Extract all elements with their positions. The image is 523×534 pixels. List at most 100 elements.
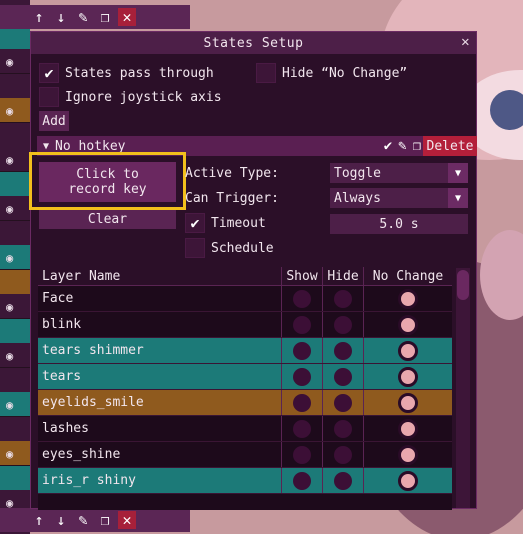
scrollbar-thumb[interactable] [457, 270, 469, 300]
layer-strip-row[interactable]: ◉ [0, 465, 30, 491]
layer-strip-row[interactable]: ◉ [0, 416, 30, 442]
table-row[interactable]: iris_r shiny [38, 468, 452, 494]
close-icon[interactable]: ✕ [118, 8, 136, 26]
radio-hide[interactable] [334, 393, 352, 412]
ignore-joystick-option[interactable]: Ignore joystick axis [39, 87, 222, 107]
eye-icon[interactable]: ◉ [6, 447, 13, 461]
table-row[interactable]: lashes [38, 416, 452, 442]
eye-icon[interactable]: ◉ [6, 55, 13, 69]
arrow-up-icon[interactable]: ↑ [30, 511, 48, 529]
pencil-icon[interactable]: ✎ [398, 138, 406, 154]
arrow-down-icon[interactable]: ↓ [52, 511, 70, 529]
eye-icon[interactable]: ◉ [6, 349, 13, 363]
bottom-toolbar: ↑ ↓ ✎ ❐ ✕ [0, 508, 190, 532]
radio-no-change[interactable] [398, 314, 418, 335]
layer-strip-row[interactable]: ◉ [0, 220, 30, 246]
add-button[interactable]: Add [39, 111, 69, 131]
timeout-option[interactable]: ✔ Timeout [185, 213, 266, 233]
radio-show[interactable] [293, 445, 311, 464]
hide-no-change-checkbox[interactable] [256, 63, 276, 83]
layer-strip-row[interactable]: ◉ [0, 49, 30, 74]
radio-no-change[interactable] [398, 444, 418, 465]
radio-hide[interactable] [334, 315, 352, 334]
radio-show[interactable] [293, 367, 311, 386]
layer-strip-row[interactable]: ◉ [0, 196, 30, 221]
table-row[interactable]: eyelids_smile [38, 390, 452, 416]
pencil-icon[interactable]: ✎ [74, 511, 92, 529]
delete-button[interactable]: Delete [423, 136, 477, 156]
radio-show[interactable] [293, 315, 311, 334]
pass-through-option[interactable]: ✔ States pass through [39, 63, 214, 83]
eye-icon[interactable]: ◉ [6, 104, 13, 118]
eye-icon[interactable]: ◉ [6, 300, 13, 314]
clear-button[interactable]: Clear [39, 210, 176, 229]
check-icon[interactable]: ✔ [39, 63, 59, 83]
table-row[interactable]: eyes_shine [38, 442, 452, 468]
eye-icon[interactable]: ◉ [6, 398, 13, 412]
layer-strip-row[interactable]: ◉ [0, 367, 30, 393]
chevron-down-icon[interactable]: ▼ [448, 188, 468, 208]
window-title: States Setup [203, 35, 304, 51]
layer-strip-row[interactable]: ◉ [0, 245, 30, 270]
layer-strip-row[interactable]: ◉ [0, 392, 30, 417]
radio-hide[interactable] [334, 367, 352, 386]
layer-name: lashes [42, 421, 89, 436]
radio-no-change[interactable] [398, 340, 418, 361]
arrow-down-icon[interactable]: ↓ [52, 8, 70, 26]
radio-hide[interactable] [334, 419, 352, 438]
close-icon[interactable]: ✕ [461, 34, 470, 50]
radio-no-change[interactable] [398, 288, 418, 309]
layer-strip-row[interactable]: ◉ [0, 441, 30, 466]
layer-strip-row[interactable]: ◉ [0, 269, 30, 295]
table-row[interactable]: tears shimmer [38, 338, 452, 364]
radio-no-change[interactable] [398, 392, 418, 413]
eye-icon[interactable]: ◉ [6, 153, 13, 167]
radio-no-change[interactable] [398, 470, 418, 491]
collapse-triangle-icon[interactable]: ▼ [43, 141, 49, 152]
radio-hide[interactable] [334, 471, 352, 490]
layer-strip-row[interactable]: ◉ [0, 98, 30, 123]
schedule-option[interactable]: Schedule [185, 238, 274, 258]
layer-strip-row[interactable]: ◉ [0, 73, 30, 99]
pencil-icon[interactable]: ✎ [74, 8, 92, 26]
copy-icon[interactable]: ❐ [413, 138, 421, 154]
table-row[interactable]: tears [38, 364, 452, 390]
timeout-input[interactable]: 5.0 s [330, 214, 468, 234]
radio-hide[interactable] [334, 341, 352, 360]
radio-hide[interactable] [334, 445, 352, 464]
radio-hide[interactable] [334, 289, 352, 308]
table-row[interactable]: Face [38, 286, 452, 312]
check-icon[interactable]: ✔ [384, 138, 392, 154]
check-icon[interactable]: ✔ [185, 213, 205, 233]
radio-show[interactable] [293, 419, 311, 438]
layer-strip-row[interactable]: ◉ [0, 318, 30, 344]
ignore-joystick-checkbox[interactable] [39, 87, 59, 107]
layer-strip-row[interactable]: ◉ [0, 171, 30, 197]
layer-strip-row[interactable]: ◉ [0, 294, 30, 319]
can-trigger-dropdown[interactable]: Always ▼ [330, 188, 468, 208]
radio-show[interactable] [293, 471, 311, 490]
layer-strip-row[interactable]: ◉ [0, 122, 30, 148]
copy-icon[interactable]: ❐ [96, 511, 114, 529]
radio-show[interactable] [293, 289, 311, 308]
eye-icon[interactable]: ◉ [6, 251, 13, 265]
hide-no-change-option[interactable]: Hide “No Change” [256, 63, 407, 83]
timeout-label: Timeout [211, 215, 266, 231]
layer-strip-row[interactable]: ◉ [0, 343, 30, 368]
table-row[interactable]: blink [38, 312, 452, 338]
record-key-button[interactable]: Click to record key [39, 162, 176, 202]
schedule-checkbox[interactable] [185, 238, 205, 258]
radio-show[interactable] [293, 341, 311, 360]
eye-icon[interactable]: ◉ [6, 202, 13, 216]
window-titlebar[interactable]: States Setup ✕ [31, 32, 476, 54]
radio-no-change[interactable] [398, 418, 418, 439]
radio-show[interactable] [293, 393, 311, 412]
arrow-up-icon[interactable]: ↑ [30, 8, 48, 26]
layer-strip-row[interactable]: ◉ [0, 147, 30, 172]
radio-no-change[interactable] [398, 366, 418, 387]
table-scrollbar[interactable] [456, 268, 470, 508]
chevron-down-icon[interactable]: ▼ [448, 163, 468, 183]
close-icon[interactable]: ✕ [118, 511, 136, 529]
active-type-dropdown[interactable]: Toggle ▼ [330, 163, 468, 183]
copy-icon[interactable]: ❐ [96, 8, 114, 26]
